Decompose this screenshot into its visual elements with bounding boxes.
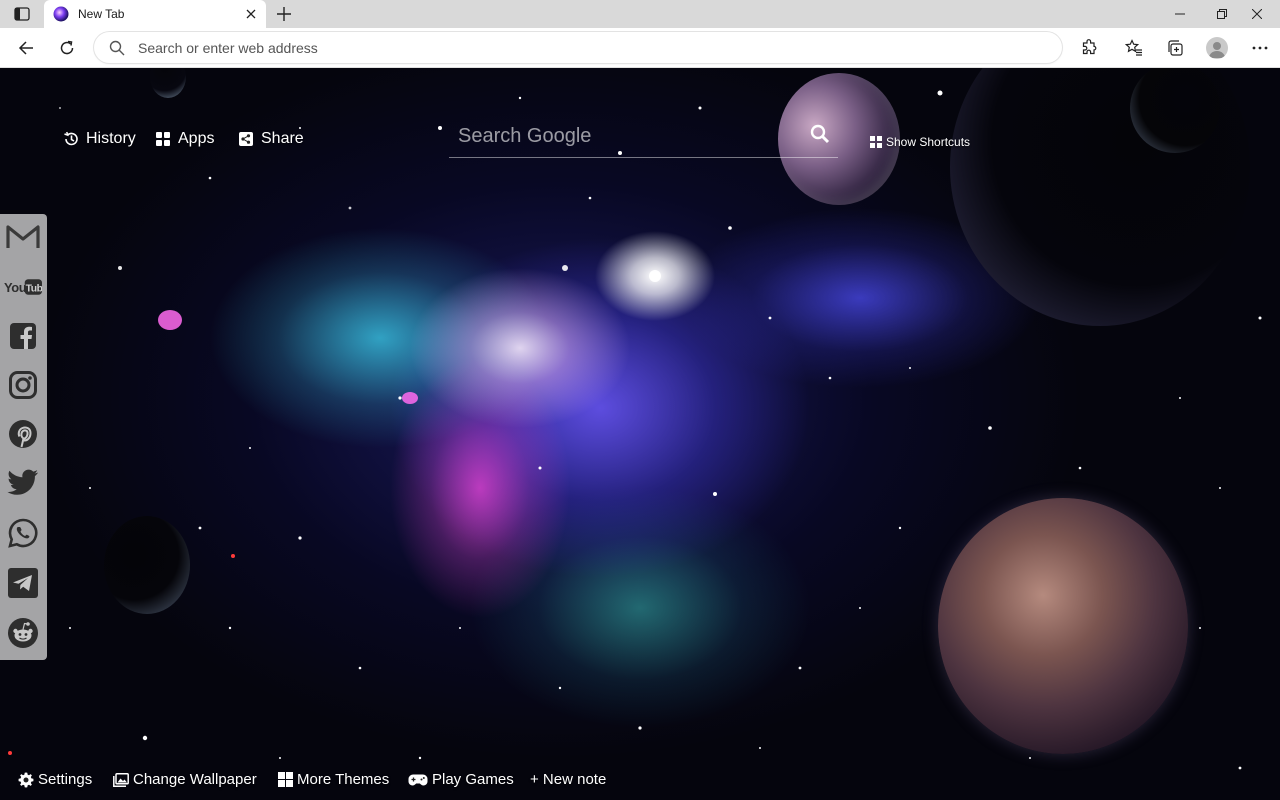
more-dots-icon (1252, 46, 1268, 50)
telegram-icon[interactable] (4, 564, 42, 602)
restore-icon (1217, 9, 1227, 19)
minimize-button[interactable] (1157, 0, 1203, 28)
collections-icon (1168, 40, 1183, 56)
settings-label: Settings (38, 771, 93, 788)
minimize-icon (1175, 13, 1185, 15)
windows-grid-icon (277, 772, 293, 788)
play-games-link[interactable]: Play Games (408, 771, 514, 788)
refresh-button[interactable] (53, 34, 81, 62)
tab-actions-icon[interactable] (8, 4, 36, 24)
reddit-icon[interactable] (4, 614, 42, 652)
close-icon (1252, 9, 1262, 19)
apps-label: Apps (178, 130, 215, 147)
search-icon (109, 40, 125, 55)
more-themes-link[interactable]: More Themes (277, 771, 389, 788)
back-button[interactable] (12, 34, 40, 62)
gamepad-icon (408, 772, 428, 788)
svg-text:Tube: Tube (26, 283, 42, 294)
google-search-box (449, 118, 838, 158)
change-wallpaper-label: Change Wallpaper (133, 771, 257, 788)
planet-left (104, 516, 190, 614)
favorites-button[interactable] (1120, 34, 1148, 62)
shortcuts-grid-icon (870, 136, 882, 148)
image-icon (113, 772, 129, 788)
collections-button[interactable] (1161, 34, 1189, 62)
back-arrow-icon (18, 41, 33, 55)
history-link[interactable]: History (63, 130, 136, 148)
gear-icon (18, 772, 34, 788)
star-list-icon (1125, 39, 1142, 56)
tab-title: New Tab (78, 7, 125, 21)
social-sidebar: You Tube (0, 214, 47, 660)
refresh-icon (60, 40, 74, 55)
browser-toolbar (0, 28, 1280, 68)
facebook-icon[interactable] (4, 317, 42, 355)
svg-text:You: You (4, 280, 27, 295)
plus-icon (277, 7, 291, 21)
share-link[interactable]: Share (238, 130, 304, 148)
history-icon (63, 131, 79, 147)
new-note-label: + New note (530, 771, 607, 788)
pinterest-icon[interactable] (4, 415, 42, 453)
twitter-icon[interactable] (4, 464, 42, 502)
share-label: Share (261, 130, 304, 147)
show-shortcuts-button[interactable]: Show Shortcuts (870, 135, 970, 149)
tab-favicon-icon (53, 6, 69, 22)
new-tab-page: History Apps Share Show Shortcuts You (0, 68, 1280, 800)
whatsapp-icon[interactable] (4, 514, 42, 552)
share-icon (238, 131, 254, 147)
change-wallpaper-link[interactable]: Change Wallpaper (113, 771, 257, 788)
google-search-input[interactable] (458, 121, 768, 151)
active-tab[interactable]: New Tab (44, 0, 266, 28)
new-tab-button[interactable] (272, 3, 296, 25)
search-submit-button[interactable] (807, 121, 833, 147)
instagram-icon[interactable] (4, 366, 42, 404)
extensions-button[interactable] (1075, 34, 1103, 62)
address-input[interactable] (138, 39, 1038, 56)
youtube-icon[interactable]: You Tube (4, 268, 42, 306)
more-themes-label: More Themes (297, 771, 390, 788)
apps-grid-icon (155, 131, 171, 147)
apps-link[interactable]: Apps (155, 130, 214, 148)
gmail-icon[interactable] (4, 218, 42, 256)
more-menu-button[interactable] (1246, 34, 1274, 62)
settings-link[interactable]: Settings (18, 771, 92, 788)
new-note-link[interactable]: + New note (530, 771, 606, 788)
show-shortcuts-label: Show Shortcuts (886, 135, 971, 149)
puzzle-icon (1082, 39, 1097, 55)
close-icon[interactable] (242, 5, 260, 23)
close-window-button[interactable] (1234, 0, 1280, 28)
address-bar[interactable] (94, 32, 1062, 63)
play-games-label: Play Games (432, 771, 514, 788)
history-label: History (86, 130, 136, 147)
tab-strip: New Tab (0, 0, 1280, 28)
search-icon (810, 124, 830, 144)
planet-bottom-right (938, 498, 1188, 754)
profile-avatar-icon[interactable] (1206, 37, 1228, 59)
